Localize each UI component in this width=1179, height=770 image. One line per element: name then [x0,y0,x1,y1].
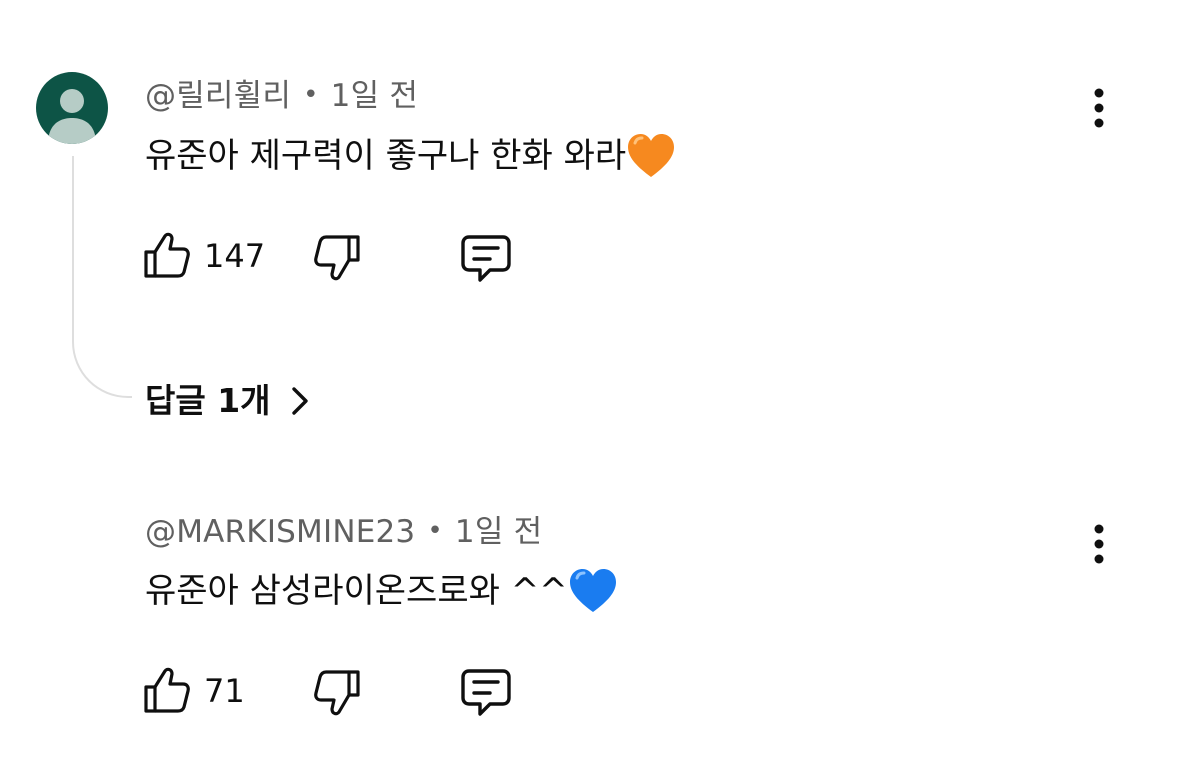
more-vert-icon [1094,88,1104,128]
more-options-button[interactable] [1092,88,1106,132]
person-icon [48,89,96,144]
thumb-down-icon [314,235,360,281]
thread-line [72,156,132,398]
comment-meta: @MARKISMINE23 • 1일 전 [145,512,542,554]
thumb-down-icon [314,670,360,716]
replies-label: 답글 1개 [145,381,271,420]
like-count: 71 [204,672,245,710]
comment-meta: @릴리휠리 • 1일 전 [145,76,418,118]
reply-button[interactable] [460,234,512,284]
comment-text: 유준아 제구력이 좋구나 한화 와라 [145,133,676,179]
blue-heart-icon [568,568,618,614]
orange-heart-icon [626,133,676,179]
avatar[interactable] [36,72,108,144]
like-count: 147 [204,237,266,275]
dislike-button[interactable] [313,669,361,719]
more-vert-icon [1094,524,1104,564]
comment-body: 유준아 제구력이 좋구나 한화 와라 [145,136,627,176]
like-button[interactable] [143,230,191,280]
reply-comment-icon [461,235,511,282]
like-button[interactable] [143,665,191,715]
comment-time[interactable]: 1일 전 [455,514,542,550]
comment-time[interactable]: 1일 전 [331,78,418,114]
comment-body: 유준아 삼성라이온즈로와 ^^ [145,571,568,611]
chevron-right-icon [291,387,308,415]
view-replies-button[interactable]: 답글 1개 [145,378,311,424]
reply-button[interactable] [460,668,512,718]
dislike-button[interactable] [313,234,361,284]
author-name[interactable]: @릴리휠리 [145,78,291,114]
thumb-up-icon [144,232,190,278]
author-name[interactable]: @MARKISMINE23 [145,514,415,550]
meta-separator: • [427,516,443,546]
more-options-button[interactable] [1092,524,1106,568]
comment-text: 유준아 삼성라이온즈로와 ^^ [145,568,618,614]
reply-comment-icon [461,669,511,716]
thumb-up-icon [144,667,190,713]
meta-separator: • [303,80,319,110]
